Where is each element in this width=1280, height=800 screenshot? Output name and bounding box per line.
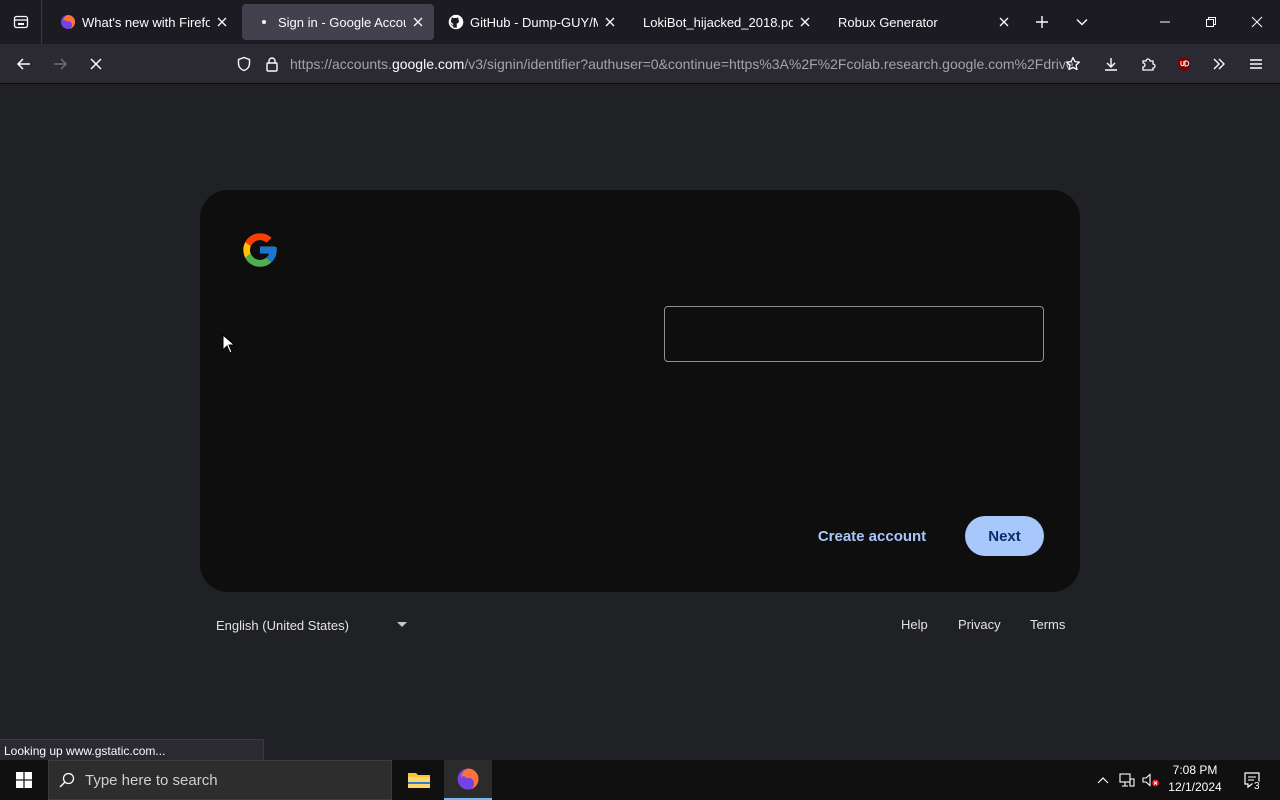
privacy-link[interactable]: Privacy bbox=[958, 615, 1001, 635]
navigation-toolbar: https://accounts.google.com/v3/signin/id… bbox=[0, 44, 1280, 84]
back-button[interactable] bbox=[10, 50, 38, 78]
arrow-right-icon bbox=[52, 56, 68, 72]
tab-title: What's new with Firefox bbox=[82, 14, 210, 30]
close-tab-icon[interactable] bbox=[598, 10, 622, 34]
close-tab-icon[interactable] bbox=[992, 10, 1016, 34]
show-hidden-icons-button[interactable] bbox=[1092, 760, 1114, 800]
stop-loading-button[interactable] bbox=[82, 50, 110, 78]
create-account-button[interactable]: Create account bbox=[808, 516, 936, 556]
list-all-tabs-button[interactable] bbox=[1068, 8, 1096, 36]
network-button[interactable] bbox=[1116, 760, 1138, 800]
firefox-taskbar-button[interactable] bbox=[444, 760, 492, 800]
status-panel: Looking up www.gstatic.com... bbox=[0, 739, 264, 760]
volume-muted-icon bbox=[1142, 772, 1160, 788]
minimize-button[interactable] bbox=[1142, 0, 1188, 44]
url-text: https://accounts.google.com/v3/signin/id… bbox=[286, 56, 1094, 72]
tab-title: LokiBot_hijacked_2018.pdf bbox=[643, 14, 793, 30]
taskbar: Type here to search 7:08 PM 12/1/2024 3 bbox=[0, 760, 1280, 800]
hamburger-menu-icon bbox=[1248, 56, 1264, 72]
url-bar[interactable]: https://accounts.google.com/v3/signin/id… bbox=[230, 48, 1094, 80]
download-icon bbox=[1103, 56, 1119, 72]
google-logo-icon bbox=[240, 230, 280, 270]
firefox-icon bbox=[456, 767, 480, 791]
search-icon bbox=[49, 772, 85, 788]
chevron-up-icon bbox=[1097, 776, 1109, 784]
bookmark-button[interactable] bbox=[1059, 50, 1087, 78]
notification-count-badge: 3 bbox=[1252, 781, 1262, 792]
tab-github[interactable]: GitHub - Dump-GUY/Malware bbox=[434, 4, 626, 40]
tab-robux-generator[interactable]: Robux Generator bbox=[824, 4, 1020, 40]
chevron-down-icon bbox=[1075, 15, 1089, 29]
ublock-origin-button[interactable] bbox=[1170, 50, 1198, 78]
tracking-protection-icon[interactable] bbox=[230, 50, 258, 78]
lock-icon[interactable] bbox=[258, 50, 286, 78]
github-icon bbox=[448, 14, 464, 30]
app-menu-button[interactable] bbox=[1242, 50, 1270, 78]
restore-icon bbox=[1205, 16, 1217, 28]
firefox-view-button[interactable] bbox=[0, 0, 42, 44]
close-tab-icon[interactable] bbox=[406, 10, 430, 34]
folder-icon bbox=[407, 770, 431, 790]
url-path: /v3/signin/identifier?authuser=0&continu… bbox=[464, 56, 1074, 72]
ublock-shield-icon bbox=[1176, 56, 1192, 72]
email-input[interactable] bbox=[664, 306, 1044, 362]
taskbar-search-placeholder: Type here to search bbox=[85, 771, 218, 789]
windows-logo-icon bbox=[16, 772, 32, 788]
page-content: Create account Next English (United Stat… bbox=[0, 85, 1280, 760]
more-tools-button[interactable] bbox=[1205, 50, 1233, 78]
close-icon bbox=[1251, 16, 1263, 28]
tab-whats-new[interactable]: What's new with Firefox bbox=[46, 4, 238, 40]
action-center-button[interactable]: 3 bbox=[1232, 760, 1272, 800]
file-explorer-button[interactable] bbox=[395, 760, 443, 800]
language-selector[interactable]: English (United States) bbox=[216, 615, 407, 635]
loading-dot-icon bbox=[256, 14, 272, 30]
forward-button[interactable] bbox=[46, 50, 74, 78]
restore-button[interactable] bbox=[1188, 0, 1234, 44]
language-label: English (United States) bbox=[216, 617, 349, 633]
plus-icon bbox=[1035, 15, 1049, 29]
network-icon bbox=[1119, 772, 1135, 788]
tab-google-signin[interactable]: Sign in - Google Accounts bbox=[242, 4, 434, 40]
new-tab-button[interactable] bbox=[1028, 8, 1056, 36]
tab-title: GitHub - Dump-GUY/Malware bbox=[470, 14, 598, 30]
taskbar-clock[interactable]: 7:08 PM 12/1/2024 bbox=[1166, 762, 1224, 798]
firefox-view-icon bbox=[13, 14, 29, 30]
puzzle-icon bbox=[1140, 56, 1156, 72]
close-tab-icon[interactable] bbox=[793, 10, 817, 34]
double-chevron-right-icon bbox=[1211, 56, 1227, 72]
close-tab-icon[interactable] bbox=[210, 10, 234, 34]
tab-title: Sign in - Google Accounts bbox=[278, 14, 406, 30]
caret-down-icon bbox=[396, 622, 407, 628]
help-link[interactable]: Help bbox=[901, 615, 928, 635]
minimize-icon bbox=[1159, 16, 1171, 28]
downloads-button[interactable] bbox=[1097, 50, 1125, 78]
url-prefix: https://accounts. bbox=[290, 56, 392, 72]
terms-link[interactable]: Terms bbox=[1030, 615, 1065, 635]
tab-title: Robux Generator bbox=[838, 14, 938, 30]
close-window-button[interactable] bbox=[1234, 0, 1280, 44]
star-icon bbox=[1065, 56, 1081, 72]
taskbar-search-box[interactable]: Type here to search bbox=[48, 760, 392, 800]
mouse-cursor-icon bbox=[222, 334, 236, 354]
next-button[interactable]: Next bbox=[965, 516, 1044, 556]
signin-card: Create account Next bbox=[200, 190, 1080, 592]
tab-lokibot-pdf[interactable]: LokiBot_hijacked_2018.pdf bbox=[629, 4, 821, 40]
firefox-icon bbox=[60, 14, 76, 30]
start-button[interactable] bbox=[0, 760, 48, 800]
clock-time: 7:08 PM bbox=[1172, 763, 1218, 777]
stop-icon bbox=[89, 57, 103, 71]
arrow-left-icon bbox=[16, 56, 32, 72]
extensions-button[interactable] bbox=[1134, 50, 1162, 78]
tab-strip: What's new with Firefox Sign in - Google… bbox=[0, 0, 1280, 44]
clock-date: 12/1/2024 bbox=[1168, 780, 1222, 794]
volume-button[interactable] bbox=[1140, 760, 1162, 800]
url-domain: google.com bbox=[391, 56, 465, 72]
